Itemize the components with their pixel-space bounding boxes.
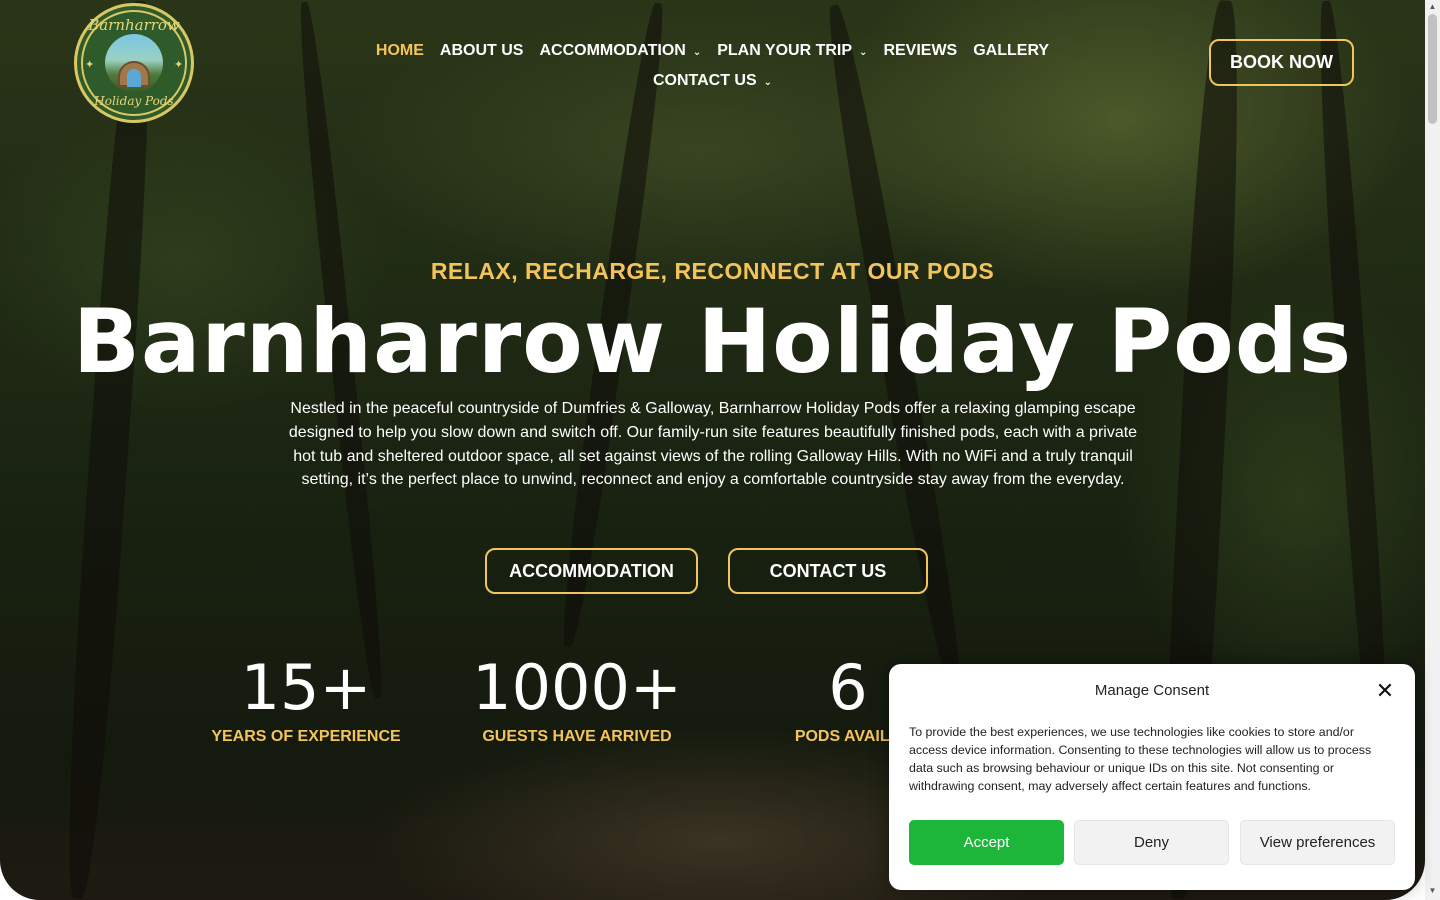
nav-item-gallery[interactable]: GALLERY	[965, 42, 1057, 60]
nav-item-reviews[interactable]: REVIEWS	[875, 42, 965, 60]
contact-us-button[interactable]: CONTACT US	[728, 548, 928, 594]
stat-label: YEARS OF EXPERIENCE	[211, 728, 401, 745]
stat-number: 15+	[240, 651, 372, 724]
nav-label: GALLERY	[973, 42, 1050, 59]
scrollbar-thumb[interactable]	[1428, 14, 1437, 124]
chevron-down-icon: ⌄	[692, 46, 702, 58]
hero-tagline: RELAX, RECHARGE, RECONNECT AT OUR PODS	[430, 258, 995, 284]
nav-label: CONTACT US	[652, 72, 757, 89]
close-icon[interactable]: ✕	[1374, 680, 1396, 702]
logo-text-bottom: Holiday Pods	[94, 94, 174, 108]
nav-row: HOME ABOUT US ACCOMMODATION ⌄ PLAN YOUR T…	[340, 36, 1085, 66]
logo-pod-door-icon	[127, 69, 141, 87]
nav-label: PLAN YOUR TRIP	[717, 42, 853, 59]
logo-star-icon: ✦	[85, 59, 95, 71]
page-title: Barnharrow Holiday Pods	[72, 290, 1353, 393]
scroll-down-arrow-icon[interactable]: ▼	[1428, 886, 1437, 896]
nav-row: CONTACT US ⌄	[340, 66, 1085, 96]
cookie-consent-dialog: Manage Consent ✕ To provide the best exp…	[889, 664, 1415, 890]
nav-label: ACCOMMODATION	[539, 42, 686, 59]
site-logo[interactable]: Barnharrow ✦ ✦ Holiday Pods	[74, 3, 194, 123]
nav-label: HOME	[375, 42, 424, 59]
chevron-down-icon: ⌄	[763, 76, 773, 88]
nav-item-about-us[interactable]: ABOUT US	[432, 42, 532, 60]
stat-label: GUESTS HAVE ARRIVED	[482, 728, 672, 745]
nav-item-accommodation[interactable]: ACCOMMODATION ⌄	[531, 42, 709, 60]
logo-text-top: Barnharrow	[88, 16, 180, 34]
nav-item-contact-us[interactable]: CONTACT US ⌄	[645, 72, 780, 90]
book-now-button[interactable]: BOOK NOW	[1209, 39, 1354, 86]
logo-star-icon: ✦	[174, 59, 184, 71]
scroll-up-arrow-icon[interactable]: ▲	[1428, 2, 1437, 12]
deny-button[interactable]: Deny	[1074, 820, 1229, 865]
nav-item-plan-your-trip[interactable]: PLAN YOUR TRIP ⌄	[709, 42, 875, 60]
stat-years: 15+ YEARS OF EXPERIENCE	[205, 650, 407, 746]
consent-title: Manage Consent	[1094, 682, 1210, 699]
accommodation-button[interactable]: ACCOMMODATION	[485, 548, 698, 594]
hero-description: Nestled in the peaceful countryside of D…	[288, 400, 1138, 489]
nav-item-home[interactable]: HOME	[368, 42, 432, 60]
nav-label: REVIEWS	[883, 42, 958, 59]
consent-text: To provide the best experiences, we use …	[909, 725, 1372, 793]
stat-number: 1000+	[472, 651, 682, 724]
main-navigation: HOME ABOUT US ACCOMMODATION ⌄ PLAN YOUR T…	[340, 36, 1085, 96]
stat-guests: 1000+ GUESTS HAVE ARRIVED	[470, 650, 684, 746]
view-preferences-button[interactable]: View preferences	[1240, 820, 1395, 865]
scrollbar[interactable]	[1425, 0, 1440, 900]
accept-button[interactable]: Accept	[909, 820, 1064, 865]
chevron-down-icon: ⌄	[859, 46, 868, 58]
nav-label: ABOUT US	[439, 42, 524, 59]
